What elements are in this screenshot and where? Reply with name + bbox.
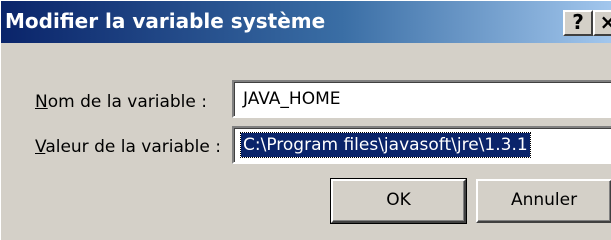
- variable-name-label: Nom de la variable :: [35, 92, 207, 112]
- help-icon: ?: [572, 10, 584, 34]
- ok-button[interactable]: OK: [330, 178, 467, 224]
- variable-name-value: JAVA_HOME: [243, 89, 341, 109]
- variable-name-field[interactable]: JAVA_HOME: [232, 80, 611, 118]
- edit-system-variable-dialog: Modifier la variable système ? × Nom de …: [0, 0, 611, 240]
- window-title: Modifier la variable système: [5, 9, 326, 33]
- variable-value-label: Valeur de la variable :: [35, 137, 221, 157]
- close-icon: ×: [599, 10, 611, 34]
- variable-value-selected-text: C:\Program files\javasoft\jre\1.3.1: [240, 132, 531, 158]
- variable-name-label-accelerator: N: [35, 92, 48, 112]
- variable-name-label-text: om de la variable :: [47, 92, 207, 112]
- close-button[interactable]: ×: [593, 10, 611, 36]
- variable-value-field[interactable]: C:\Program files\javasoft\jre\1.3.1: [232, 126, 611, 164]
- variable-value-label-accelerator: V: [35, 137, 46, 157]
- help-button[interactable]: ?: [563, 10, 593, 36]
- title-bar[interactable]: Modifier la variable système ? ×: [1, 1, 611, 43]
- variable-value-label-text: aleur de la variable :: [45, 137, 221, 157]
- cancel-button[interactable]: Annuler: [476, 179, 611, 223]
